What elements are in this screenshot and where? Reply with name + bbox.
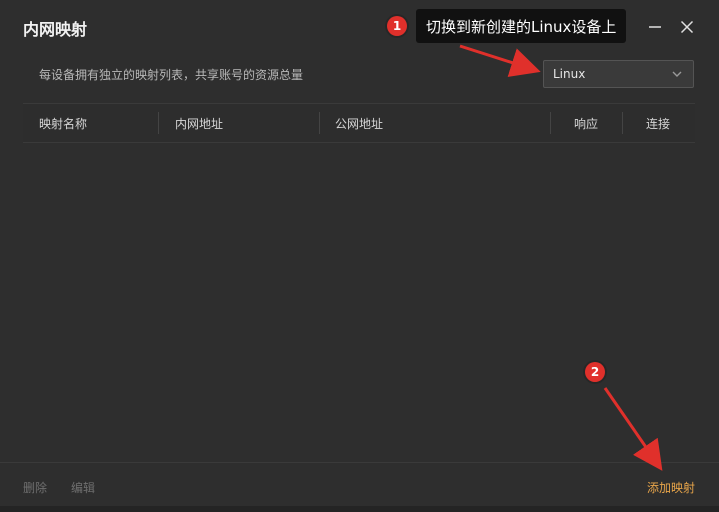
column-header-internal-address[interactable]: 内网地址 [175, 104, 223, 142]
annotation-badge-2: 2 [585, 362, 605, 382]
close-button[interactable] [674, 14, 700, 40]
add-mapping-button[interactable]: 添加映射 [647, 479, 695, 496]
annotation-arrow-1 [459, 44, 541, 77]
column-header-connection[interactable]: 连接 [646, 104, 670, 142]
bottom-edge [0, 506, 719, 512]
annotation-callout-1: 切换到新创建的Linux设备上 [416, 9, 627, 43]
column-separator [158, 112, 159, 134]
mapping-list-empty [23, 143, 695, 461]
minimize-button[interactable] [642, 14, 668, 40]
device-select-value: Linux [553, 67, 586, 81]
annotation-badge-1: 1 [387, 16, 407, 36]
close-icon [680, 20, 694, 34]
table-header: 映射名称 内网地址 公网地址 响应 连接 [23, 103, 695, 143]
description-text: 每设备拥有独立的映射列表，共享账号的资源总量 [39, 68, 304, 82]
chevron-down-icon [672, 71, 682, 77]
port-mapping-window: 内网映射 每设备拥有独立的映射列表，共享账号的资源总量 Linux 映射名称 内… [0, 0, 719, 512]
column-separator [550, 112, 551, 134]
minimize-icon [649, 26, 661, 28]
edit-button[interactable]: 编辑 [71, 479, 95, 496]
window-title: 内网映射 [23, 20, 88, 39]
footer-divider [0, 462, 719, 463]
column-header-mapping-name[interactable]: 映射名称 [39, 104, 87, 142]
delete-button[interactable]: 删除 [23, 479, 47, 496]
column-header-public-address[interactable]: 公网地址 [335, 104, 383, 142]
column-separator [319, 112, 320, 134]
device-select[interactable]: Linux [543, 60, 694, 88]
column-separator [622, 112, 623, 134]
column-header-response[interactable]: 响应 [574, 104, 598, 142]
